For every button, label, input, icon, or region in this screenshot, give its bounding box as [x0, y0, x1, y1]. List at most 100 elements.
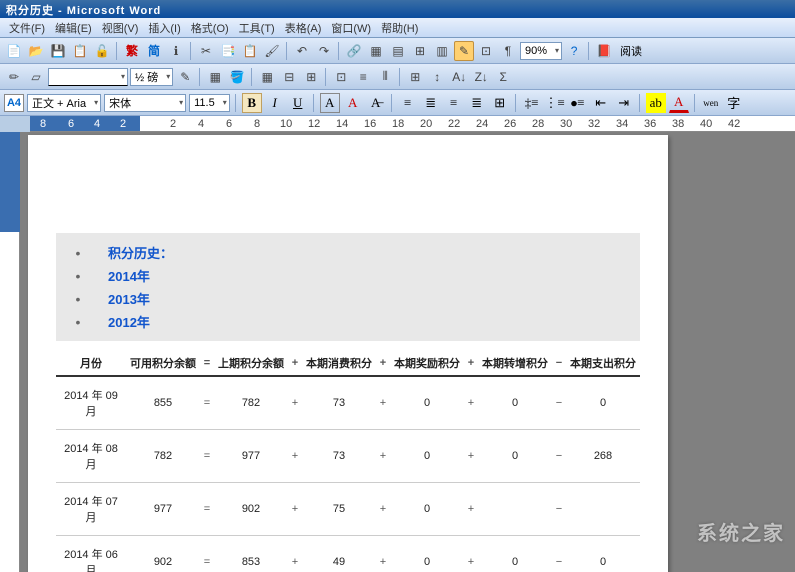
book-icon[interactable]: 📕 [594, 41, 614, 61]
indent-inc-icon[interactable]: ⇥ [614, 93, 634, 113]
pencolor-icon[interactable]: ✎ [175, 67, 195, 87]
font-dropdown[interactable]: 宋体 [104, 94, 186, 112]
autoformat-icon[interactable]: ⊞ [405, 67, 425, 87]
eraser-icon[interactable]: ▱ [26, 67, 46, 87]
year-link-2013[interactable]: 2013年 [108, 289, 150, 308]
style-dropdown[interactable]: 正文 + Aria [27, 94, 101, 112]
open-icon[interactable]: 📂 [26, 41, 46, 61]
bullets-icon[interactable]: ⦁≡ [568, 93, 588, 113]
link-icon[interactable]: 🔗 [344, 41, 364, 61]
copy-icon[interactable]: 📑 [218, 41, 238, 61]
mergecells-icon[interactable]: ⊟ [279, 67, 299, 87]
bold-button[interactable]: B [242, 93, 262, 113]
align-left-icon[interactable]: ≡ [398, 93, 418, 113]
undo-icon[interactable]: ↶ [292, 41, 312, 61]
formatpainter-icon[interactable]: 🖌 [262, 41, 282, 61]
align-justify-icon[interactable]: ≣ [467, 93, 487, 113]
asian-zi-icon[interactable]: 字 [724, 93, 744, 113]
style-label[interactable]: A4 [4, 94, 24, 112]
autosum-icon[interactable]: Σ [493, 67, 513, 87]
tables-toolbar: ✏ ▱ ½ 磅 ✎ ▦ 🪣 ▦ ⊟ ⊞ ⊡ ≡ ⦀ ⊞ ↕ A↓ Z↓ Σ [0, 64, 795, 90]
simp-button[interactable]: 简 [144, 41, 164, 61]
cut-icon[interactable]: ✂ [196, 41, 216, 61]
menu-table[interactable]: 表格(A) [282, 20, 325, 36]
charscale-icon[interactable]: A̶ [366, 93, 386, 113]
showhide-icon[interactable]: ¶ [498, 41, 518, 61]
read-label[interactable]: 阅读 [616, 43, 646, 59]
fontcolor-icon[interactable]: A [669, 93, 689, 113]
col-plus2: + [376, 351, 390, 376]
separator [286, 42, 288, 60]
ruler-vertical[interactable] [0, 132, 20, 572]
paste-icon[interactable]: 📋 [240, 41, 260, 61]
ruler-horizontal[interactable]: 8 6 4 2 2 4 6 8 10 12 14 16 18 20 22 24 … [30, 116, 795, 132]
cell-minus: − [552, 430, 566, 483]
columns-icon[interactable]: ▥ [432, 41, 452, 61]
menu-view[interactable]: 视图(V) [99, 20, 142, 36]
menu-insert[interactable]: 插入(I) [145, 20, 183, 36]
menu-window[interactable]: 窗口(W) [328, 20, 374, 36]
numbering-icon[interactable]: ⋮≡ [545, 93, 565, 113]
menu-format[interactable]: 格式(O) [188, 20, 232, 36]
cell-minus: − [552, 483, 566, 536]
cell-prev: 902 [214, 483, 288, 536]
standard-toolbar: 📄 📂 💾 📋 🔓 繁 简 ℹ ✂ 📑 📋 🖌 ↶ ↷ 🔗 ▦ ▤ ⊞ ▥ ✎ … [0, 38, 795, 64]
col-month: 月份 [56, 351, 126, 376]
distcols-icon[interactable]: ⦀ [375, 67, 395, 87]
charshading-icon[interactable]: A [343, 93, 363, 113]
italic-button[interactable]: I [265, 93, 285, 113]
menubar: 文件(F) 编辑(E) 视图(V) 插入(I) 格式(O) 工具(T) 表格(A… [0, 18, 795, 38]
table-icon[interactable]: ▦ [366, 41, 386, 61]
linewidth-dropdown[interactable]: ½ 磅 [130, 68, 173, 86]
inserttable-icon[interactable]: ▦ [257, 67, 277, 87]
underline-button[interactable]: U [288, 93, 308, 113]
tableborder-icon[interactable]: ▤ [388, 41, 408, 61]
cell-plus: + [464, 430, 478, 483]
menu-tools[interactable]: 工具(T) [236, 20, 278, 36]
drawing-icon[interactable]: ✎ [454, 41, 474, 61]
indent-dec-icon[interactable]: ⇤ [591, 93, 611, 113]
docmap-icon[interactable]: ⊡ [476, 41, 496, 61]
bullet-icon: • [68, 291, 88, 307]
history-header: 积分历史： [108, 243, 173, 262]
new-icon[interactable]: 📄 [4, 41, 24, 61]
cell-reward: 0 [390, 483, 464, 536]
fontbox-a-icon[interactable]: A [320, 93, 340, 113]
drawtable-icon[interactable]: ✏ [4, 67, 24, 87]
info-icon[interactable]: ℹ [166, 41, 186, 61]
redo-icon[interactable]: ↷ [314, 41, 334, 61]
help-icon[interactable]: ? [564, 41, 584, 61]
textdir-icon[interactable]: ↕ [427, 67, 447, 87]
save-icon[interactable]: 💾 [48, 41, 68, 61]
year-link-2012[interactable]: 2012年 [108, 312, 150, 331]
align-right-icon[interactable]: ≡ [444, 93, 464, 113]
highlight-icon[interactable]: ab [646, 93, 666, 113]
page-area[interactable]: •积分历史： •2014年 •2013年 •2012年 月份 可用积分余额 = … [20, 132, 795, 572]
permission-icon[interactable]: 🔓 [92, 41, 112, 61]
trad-button[interactable]: 繁 [122, 41, 142, 61]
saveall-icon[interactable]: 📋 [70, 41, 90, 61]
menu-help[interactable]: 帮助(H) [378, 20, 421, 36]
separator [694, 94, 696, 112]
aligntl-icon[interactable]: ⊡ [331, 67, 351, 87]
borders-icon[interactable]: ▦ [205, 67, 225, 87]
distribute-icon[interactable]: ⊞ [490, 93, 510, 113]
tableinsert-icon[interactable]: ⊞ [410, 41, 430, 61]
distrows-icon[interactable]: ≡ [353, 67, 373, 87]
align-center-icon[interactable]: ≣ [421, 93, 441, 113]
year-link-2014[interactable]: 2014年 [108, 266, 150, 285]
splitcells-icon[interactable]: ⊞ [301, 67, 321, 87]
asian-wen-icon[interactable]: wen [701, 93, 721, 113]
shading-icon[interactable]: 🪣 [227, 67, 247, 87]
linespacing-icon[interactable]: ‡≡ [522, 93, 542, 113]
sortasc-icon[interactable]: A↓ [449, 67, 469, 87]
menu-file[interactable]: 文件(F) [6, 20, 48, 36]
menu-edit[interactable]: 编辑(E) [52, 20, 95, 36]
sortdesc-icon[interactable]: Z↓ [471, 67, 491, 87]
separator [235, 94, 237, 112]
fontsize-dropdown[interactable]: 11.5 [189, 94, 230, 112]
points-table: 月份 可用积分余额 = 上期积分余额 + 本期消费积分 + 本期奖励积分 + 本… [56, 351, 640, 572]
zoom-dropdown[interactable]: 90% [520, 42, 562, 60]
col-eq: = [200, 351, 214, 376]
linestyle-dropdown[interactable] [48, 68, 128, 86]
